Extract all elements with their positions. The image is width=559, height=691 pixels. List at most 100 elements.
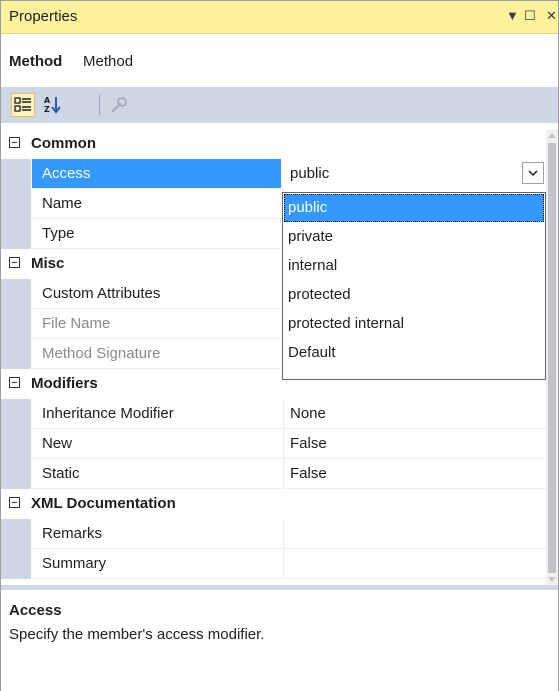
collapse-icon[interactable]	[9, 257, 20, 268]
row-gutter	[1, 459, 31, 489]
access-dropdown-list: public private internal protected protec…	[282, 192, 546, 380]
collapse-icon[interactable]	[9, 377, 20, 388]
property-name-remarks[interactable]: Remarks	[32, 519, 281, 549]
description-pane: Access Specify the member's access modif…	[1, 589, 558, 691]
row-gutter	[1, 429, 31, 459]
property-name-label: Access	[42, 165, 91, 182]
category-label: Misc	[31, 255, 65, 272]
property-value-remarks[interactable]	[284, 519, 546, 549]
option-label: internal	[288, 257, 338, 274]
property-name-file-name[interactable]: File Name	[32, 309, 281, 339]
maximize-icon[interactable]: ☐	[524, 7, 536, 25]
svg-text:A: A	[44, 96, 51, 105]
category-label: XML Documentation	[31, 495, 176, 512]
property-value-summary[interactable]	[284, 549, 546, 579]
property-row-remarks[interactable]: Remarks	[1, 519, 546, 549]
scroll-thumb[interactable]	[548, 143, 556, 573]
property-name-label: Type	[42, 225, 75, 242]
property-value-label: False	[290, 465, 327, 482]
window-title: Properties	[9, 8, 78, 25]
property-name-method-signature[interactable]: Method Signature	[32, 339, 281, 369]
dropdown-option-public[interactable]: public	[284, 194, 544, 222]
access-combobox[interactable]: public	[284, 159, 546, 189]
row-gutter	[1, 219, 31, 249]
category-common[interactable]: Common	[1, 129, 546, 159]
alphabetical-icon: A Z	[44, 96, 61, 114]
property-value-inheritance-modifier[interactable]: None	[284, 399, 546, 429]
property-name-label: Name	[42, 195, 83, 212]
title-bar[interactable]: Properties ▼ ☐ ✕	[1, 1, 558, 34]
toolbar: A Z	[1, 87, 558, 123]
property-value-label: False	[290, 435, 327, 452]
dropdown-arrow-button[interactable]	[522, 162, 544, 184]
property-name-static[interactable]: Static	[32, 459, 281, 489]
row-gutter	[1, 279, 31, 309]
collapse-icon[interactable]	[9, 137, 20, 148]
property-name-label: Custom Attributes	[42, 285, 161, 302]
dropdown-option-default[interactable]: Default	[284, 339, 544, 367]
row-gutter	[1, 339, 31, 369]
row-gutter	[1, 549, 31, 579]
option-label: protected internal	[288, 315, 404, 332]
property-name-name[interactable]: Name	[32, 189, 281, 219]
property-value-new[interactable]: False	[284, 429, 546, 459]
property-name-label: Summary	[42, 555, 107, 572]
property-name-label: New	[42, 435, 73, 452]
properties-window: Properties ▼ ☐ ✕ Method Method A Z Commo…	[0, 0, 559, 691]
description-title: Access	[9, 602, 62, 619]
category-xml-documentation[interactable]: XML Documentation	[1, 489, 546, 519]
property-pages-button[interactable]	[107, 93, 131, 117]
access-combobox-value: public	[290, 165, 330, 182]
chevron-down-icon	[528, 170, 538, 177]
svg-text:Z: Z	[44, 105, 50, 114]
property-name-summary[interactable]: Summary	[32, 549, 281, 579]
alphabetical-button[interactable]: A Z	[41, 93, 65, 117]
property-row-inheritance-modifier[interactable]: Inheritance Modifier None	[1, 399, 546, 429]
property-row-static[interactable]: Static False	[1, 459, 546, 489]
categorized-button[interactable]	[11, 93, 35, 117]
row-gutter	[1, 399, 31, 429]
property-row-access[interactable]: Access public	[1, 159, 546, 189]
object-selector[interactable]: Method Method	[1, 34, 558, 78]
description-text: Specify the member's access modifier.	[9, 626, 265, 643]
option-label: public	[288, 199, 328, 216]
property-name-label: Inheritance Modifier	[42, 405, 174, 422]
wrench-icon	[111, 97, 127, 113]
option-label: Default	[288, 344, 336, 361]
property-value-label: None	[290, 405, 326, 422]
property-name-label: Static	[42, 465, 80, 482]
toolbar-separator	[99, 95, 100, 115]
scroll-down-icon[interactable]	[548, 577, 556, 582]
object-name: Method	[9, 53, 63, 70]
row-gutter	[1, 159, 31, 189]
collapse-icon[interactable]	[9, 497, 20, 508]
category-label: Common	[31, 135, 96, 152]
option-label: private	[288, 228, 334, 245]
object-type: Method	[83, 53, 134, 70]
row-gutter	[1, 309, 31, 339]
dropdown-option-private[interactable]: private	[284, 223, 544, 251]
dropdown-option-protected-internal[interactable]: protected internal	[284, 310, 544, 338]
categorized-icon	[14, 97, 31, 112]
dropdown-option-protected[interactable]: protected	[284, 281, 544, 309]
property-name-inheritance-modifier[interactable]: Inheritance Modifier	[32, 399, 281, 429]
property-name-label: Method Signature	[42, 345, 161, 362]
property-name-access[interactable]: Access	[32, 159, 281, 189]
category-label: Modifiers	[31, 375, 98, 392]
vertical-scrollbar[interactable]	[546, 129, 558, 586]
property-name-label: Remarks	[42, 525, 103, 542]
close-icon[interactable]: ✕	[546, 7, 557, 25]
property-name-new[interactable]: New	[32, 429, 281, 459]
property-name-type[interactable]: Type	[32, 219, 281, 249]
scroll-up-icon[interactable]	[548, 133, 556, 138]
dropdown-option-internal[interactable]: internal	[284, 252, 544, 280]
property-value-static[interactable]: False	[284, 459, 546, 489]
row-gutter	[1, 189, 31, 219]
window-position-dropdown-icon[interactable]: ▼	[506, 7, 519, 25]
row-gutter	[1, 519, 31, 549]
property-name-label: File Name	[42, 315, 111, 332]
property-row-summary[interactable]: Summary	[1, 549, 546, 579]
property-name-custom-attributes[interactable]: Custom Attributes	[32, 279, 281, 309]
option-label: protected	[288, 286, 351, 303]
property-row-new[interactable]: New False	[1, 429, 546, 459]
